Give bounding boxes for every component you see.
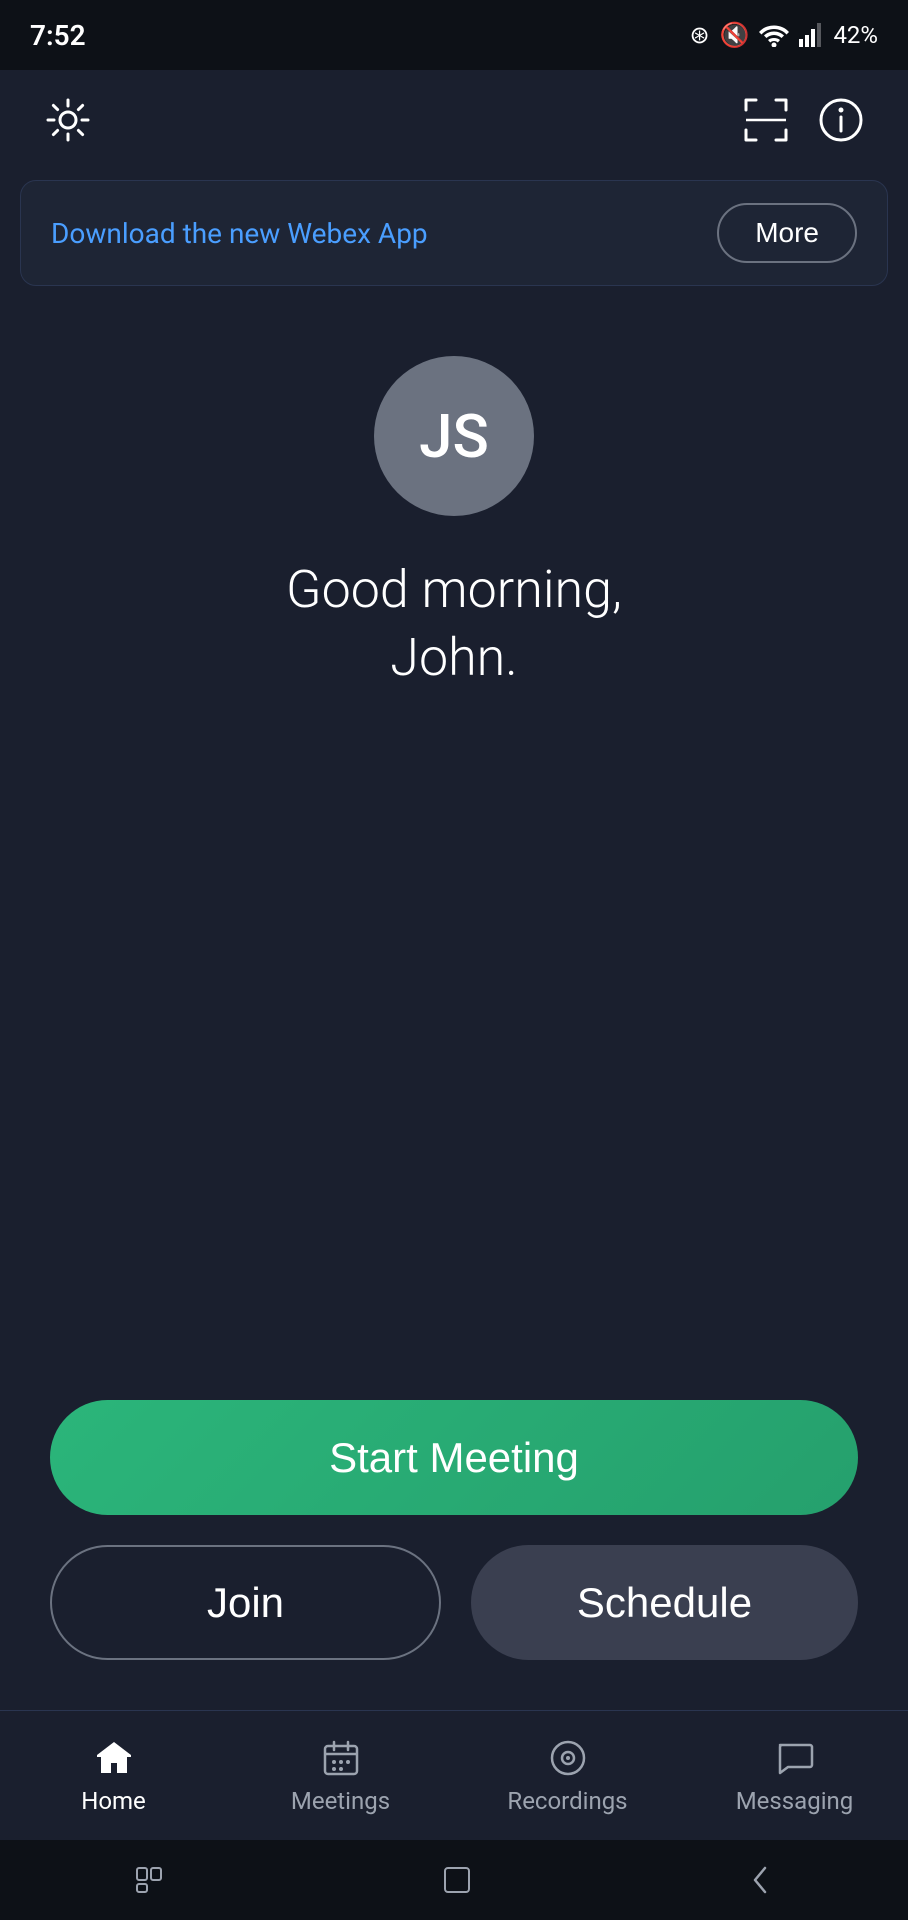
wifi-icon: [759, 23, 789, 47]
status-time: 7:52: [30, 19, 86, 52]
secondary-buttons: Join Schedule: [50, 1545, 858, 1660]
more-button[interactable]: More: [717, 203, 857, 263]
recordings-icon: [547, 1737, 589, 1779]
nav-item-messaging[interactable]: Messaging: [681, 1737, 908, 1815]
action-buttons: Start Meeting Join Schedule: [0, 1400, 908, 1660]
download-banner: Download the new Webex App More: [20, 180, 888, 286]
status-icons: ⊛ 🔇 42%: [689, 21, 878, 49]
home-icon: [93, 1737, 135, 1779]
scan-icon[interactable]: [738, 93, 793, 148]
nav-label-recordings: Recordings: [507, 1787, 627, 1815]
greeting-line1: Good morning,: [286, 559, 622, 620]
android-home-button[interactable]: [440, 1863, 474, 1897]
bluetooth-icon: ⊛: [689, 21, 709, 49]
android-back-button[interactable]: [745, 1863, 773, 1897]
meetings-icon: [320, 1737, 362, 1779]
messaging-icon: [774, 1737, 816, 1779]
nav-item-meetings[interactable]: Meetings: [227, 1737, 454, 1815]
nav-label-meetings: Meetings: [291, 1787, 390, 1815]
nav-item-home[interactable]: Home: [0, 1737, 227, 1815]
top-right-icons: [738, 93, 868, 148]
settings-icon[interactable]: [40, 93, 95, 148]
banner-text: Download the new Webex App: [51, 217, 428, 250]
bottom-nav: Home Meetings Recordings: [0, 1710, 908, 1840]
nav-label-messaging: Messaging: [736, 1787, 854, 1815]
main-content: JS Good morning, John.: [0, 296, 908, 691]
signal-icon: [799, 23, 823, 47]
greeting-line2: John.: [390, 627, 517, 688]
greeting: Good morning, John.: [286, 556, 622, 691]
avatar: JS: [374, 356, 534, 516]
schedule-button[interactable]: Schedule: [471, 1545, 858, 1660]
status-bar: 7:52 ⊛ 🔇 42%: [0, 0, 908, 70]
join-button[interactable]: Join: [50, 1545, 441, 1660]
nav-item-recordings[interactable]: Recordings: [454, 1737, 681, 1815]
top-bar: [0, 70, 908, 170]
battery-indicator: 42%: [833, 21, 878, 49]
info-icon[interactable]: [813, 93, 868, 148]
android-recents-button[interactable]: [135, 1866, 169, 1894]
nav-label-home: Home: [81, 1787, 146, 1815]
volume-icon: 🔇: [720, 21, 750, 49]
start-meeting-button[interactable]: Start Meeting: [50, 1400, 858, 1515]
android-nav-bar: [0, 1840, 908, 1920]
